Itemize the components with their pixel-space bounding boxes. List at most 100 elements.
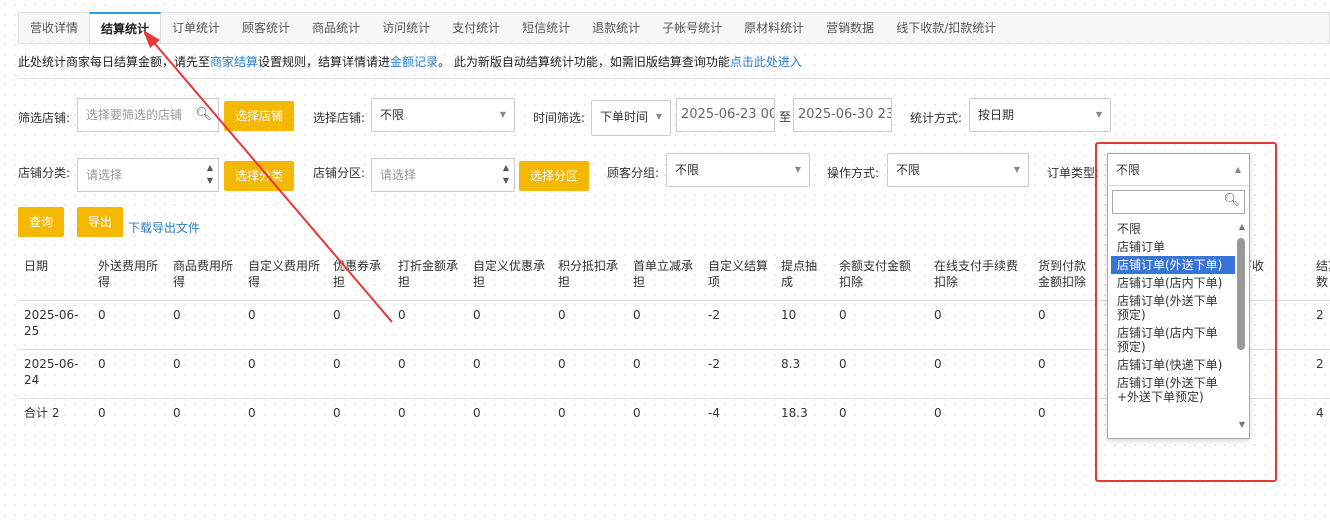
order-type-value: 不限	[1116, 163, 1141, 177]
tab-item[interactable]: 结算统计	[89, 12, 162, 43]
time-type-value: 下单时间	[600, 110, 649, 124]
operation-label: 操作方式:	[827, 166, 880, 180]
download-export-link[interactable]: 下载导出文件	[128, 219, 200, 236]
notice-part: 。 此为新版自动结算统计功能，如需旧版结算查询功能	[438, 55, 730, 69]
start-date-input[interactable]: 2025-06-23 00:	[676, 98, 775, 132]
table-cell: 0	[928, 348, 1032, 398]
tab-bar: 营收详情 结算统计 订单统计 顾客统计 商品统计 访问统计 支付统计 短信统计 退款统计 子帐号统…	[18, 12, 1330, 44]
zone-input[interactable]: 请选择 ▲ ▼	[371, 158, 515, 192]
notice-text: 此处统计商家每日结算金额，请先至商家结算设置规则，结算详情请进金额记录。 此为新…	[18, 53, 802, 70]
store-filter-input[interactable]: 选择要筛选的店铺 🔍︎	[77, 98, 219, 132]
zone-placeholder: 请选择	[380, 168, 417, 182]
column-header: 自定义结算项	[708, 259, 769, 289]
dropdown-search-input[interactable]: 🔍︎	[1112, 190, 1245, 214]
table-cell: -2	[702, 348, 775, 398]
table-cell: 0	[833, 348, 928, 398]
select-zone-button[interactable]: 选择分区	[519, 161, 589, 191]
table-cell: 2025-06-25	[18, 299, 92, 349]
column-header: 积分抵扣承担	[558, 259, 619, 289]
caret-down-icon: ▼	[1013, 165, 1020, 174]
operation-select[interactable]: 不限 ▼	[887, 153, 1029, 187]
table-cell: 0	[467, 397, 552, 428]
dropdown-option[interactable]: 店铺订单(外送下单)	[1111, 256, 1235, 274]
order-type-dropdown[interactable]: 不限 ▲ 🔍︎ 不限 店铺订单 店铺订单(外送下单) 店铺订单(店内下单) 店铺订单(外…	[1107, 153, 1250, 439]
amount-record-link[interactable]: 金额记录	[390, 55, 438, 69]
table-cell: 0	[467, 348, 552, 398]
search-icon: 🔍︎	[195, 107, 212, 122]
tab-item[interactable]: 营销数据	[815, 13, 885, 43]
old-version-link[interactable]: 点击此处进入	[730, 55, 802, 69]
customer-group-value: 不限	[675, 163, 700, 177]
select-store-label: 选择店铺:	[313, 111, 366, 125]
tab-item[interactable]: 退款统计	[581, 13, 651, 43]
end-date-input[interactable]: 2025-06-30 23:	[793, 98, 892, 132]
scroll-up-icon[interactable]: ▲	[1239, 222, 1245, 231]
table-cell: 2025-06-24	[18, 348, 92, 398]
order-type-label: 订单类型:	[1047, 166, 1100, 180]
tab-item[interactable]: 子帐号统计	[651, 13, 733, 43]
table-cell: 0	[167, 348, 242, 398]
search-icon: 🔍︎	[1223, 193, 1240, 208]
table-cell: 0	[627, 397, 702, 428]
tab-item[interactable]: 营收详情	[19, 13, 89, 43]
select-store-button[interactable]: 选择店铺	[224, 101, 294, 131]
caret-down-icon: ▼	[794, 165, 801, 174]
table-cell: -4	[702, 397, 775, 428]
table-cell: 0	[242, 299, 327, 349]
tab-item[interactable]: 商品统计	[301, 13, 371, 43]
time-filter-label: 时间筛选:	[533, 111, 586, 125]
table-cell: 0	[467, 299, 552, 349]
category-placeholder: 请选择	[86, 168, 123, 182]
table-cell: 0	[392, 348, 467, 398]
table-cell: 2	[1310, 299, 1330, 349]
caret-down-icon: ▼	[499, 110, 506, 119]
table-cell: 4	[1310, 397, 1330, 428]
dropdown-option[interactable]: 店铺订单	[1111, 238, 1235, 256]
stat-method-select[interactable]: 按日期 ▼	[969, 98, 1111, 132]
dropdown-option[interactable]: 店铺订单(店内下单预定)	[1111, 324, 1235, 356]
table-cell: 0	[242, 348, 327, 398]
tab-item[interactable]: 原材料统计	[733, 13, 815, 43]
dropdown-option[interactable]: 店铺订单(外送下单预定)	[1111, 292, 1235, 324]
table-cell: 0	[167, 397, 242, 428]
customer-group-select[interactable]: 不限 ▼	[666, 153, 810, 187]
column-header: 货到付款金额扣除	[1038, 259, 1087, 289]
operation-value: 不限	[896, 163, 921, 177]
column-header: 提点抽成	[781, 259, 818, 289]
column-header: 余额支付金额扣除	[839, 259, 912, 289]
column-header: 自定义费用所得	[248, 259, 321, 289]
dropdown-option[interactable]: 店铺订单(外送下单+外送下单预定)	[1111, 374, 1235, 406]
tab-item[interactable]: 顾客统计	[231, 13, 301, 43]
dropdown-option[interactable]: 店铺订单(快递下单)	[1111, 356, 1235, 374]
dropdown-scrollbar[interactable]	[1237, 238, 1245, 350]
table-cell: 0	[327, 397, 392, 428]
tab-item[interactable]: 支付统计	[441, 13, 511, 43]
table-cell: 0	[928, 299, 1032, 349]
tab-item[interactable]: 短信统计	[511, 13, 581, 43]
table-cell: 0	[327, 348, 392, 398]
tab-item[interactable]: 订单统计	[161, 13, 231, 43]
table-cell: 0	[167, 299, 242, 349]
dropdown-option[interactable]: 店铺订单(店内下单)	[1111, 274, 1235, 292]
merchant-settlement-link[interactable]: 商家结算	[210, 55, 258, 69]
select-category-button[interactable]: 选择分类	[224, 161, 294, 191]
spinner-icon[interactable]: ▲ ▼	[500, 161, 512, 189]
category-input[interactable]: 请选择 ▲ ▼	[77, 158, 219, 192]
order-type-select[interactable]: 不限 ▲	[1108, 154, 1249, 186]
spinner-icon[interactable]: ▲ ▼	[204, 161, 216, 189]
dropdown-option[interactable]: 不限	[1111, 220, 1235, 238]
scroll-down-icon[interactable]: ▼	[1239, 420, 1245, 429]
time-type-select[interactable]: 下单时间 ▼	[591, 100, 671, 136]
query-button[interactable]: 查询	[18, 207, 64, 237]
table-cell: 0	[1032, 397, 1102, 428]
tab-item[interactable]: 线下收款/扣款统计	[885, 13, 1007, 43]
stat-method-label: 统计方式:	[910, 111, 963, 125]
table-cell: 0	[552, 348, 627, 398]
tab-item[interactable]: 访问统计	[371, 13, 441, 43]
table-cell: 0	[833, 397, 928, 428]
select-store-dropdown[interactable]: 不限 ▼	[371, 98, 515, 132]
column-header: 自定义优惠承担	[473, 259, 546, 289]
table-cell: 0	[833, 299, 928, 349]
column-header: 结算数	[1316, 259, 1330, 289]
export-button[interactable]: 导出	[77, 207, 123, 237]
